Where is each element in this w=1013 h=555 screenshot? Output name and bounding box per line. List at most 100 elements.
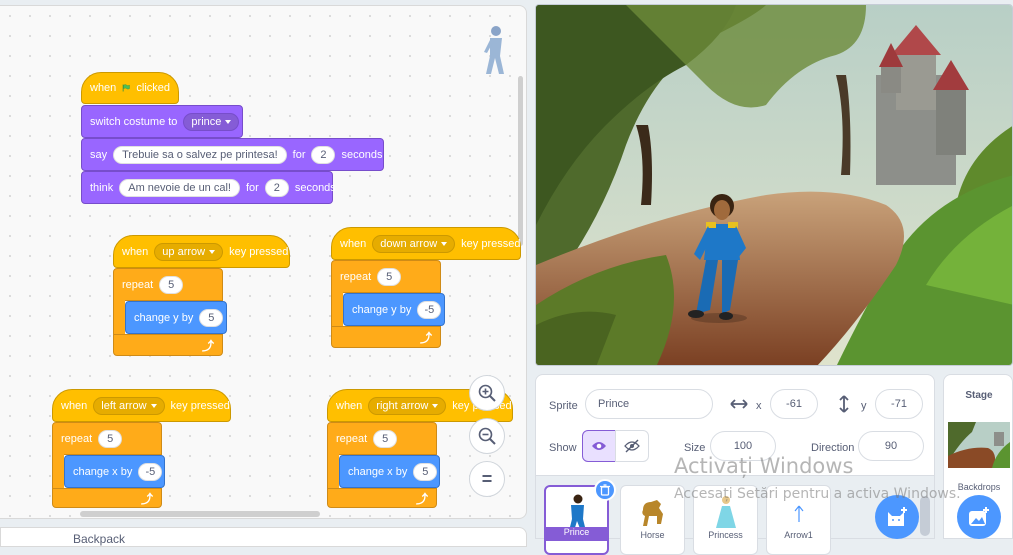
when-up-arrow-pressed-block[interactable]: when up arrow key pressed xyxy=(113,220,290,268)
change-y-input[interactable]: 5 xyxy=(199,308,224,327)
change-x-block[interactable]: change x by -5 xyxy=(64,455,165,488)
change-x-label: change x by xyxy=(348,465,408,478)
key-dropdown[interactable]: left arrow xyxy=(93,396,165,415)
costume-dropdown[interactable]: prince xyxy=(183,112,240,131)
say-text-input[interactable]: Trebuie sa o salvez pe printesa! xyxy=(113,145,287,164)
backpack-bar[interactable]: Backpack xyxy=(0,527,527,547)
repeat-count-input[interactable]: 5 xyxy=(98,429,123,448)
change-y-block[interactable]: change y by -5 xyxy=(343,293,445,326)
think-label: think xyxy=(90,181,114,194)
think-for-label: for xyxy=(245,181,259,194)
arrow-thumbnail-icon xyxy=(794,505,803,522)
choose-backdrop-button[interactable] xyxy=(957,495,1001,539)
chevron-down-icon xyxy=(209,249,216,254)
repeat-block[interactable]: repeat 5 xyxy=(331,260,441,293)
repeat-label: repeat xyxy=(336,432,368,445)
think-seconds-input[interactable]: 2 xyxy=(264,178,289,197)
forest-castle-backdrop-image xyxy=(536,5,1012,365)
when-left-arrow-pressed-block[interactable]: when left arrow key pressed xyxy=(52,374,231,422)
hat-when-label: when xyxy=(340,237,367,250)
hide-sprite-button[interactable] xyxy=(615,430,649,462)
change-y-label: change y by xyxy=(352,303,412,316)
backdrop-thumbnail-icon[interactable] xyxy=(948,422,1010,468)
repeat-count-input[interactable]: 5 xyxy=(377,267,402,286)
key-value: up arrow xyxy=(162,245,206,258)
key-dropdown[interactable]: down arrow xyxy=(372,234,456,253)
delete-sprite-button[interactable] xyxy=(594,479,616,501)
chevron-down-icon xyxy=(441,241,448,246)
backpack-label: Backpack xyxy=(73,532,126,546)
repeat-count-input[interactable]: 5 xyxy=(373,429,398,448)
repeat-label: repeat xyxy=(61,432,93,445)
sprite-name-label: Sprite xyxy=(549,400,578,412)
key-pressed-label: key pressed xyxy=(170,399,230,412)
x-label: x xyxy=(756,400,762,412)
chevron-down-icon xyxy=(432,403,439,408)
hat-when-label: when xyxy=(61,399,88,412)
key-value: right arrow xyxy=(376,399,429,412)
say-for-label: for xyxy=(292,148,306,161)
zoom-reset-button[interactable]: = xyxy=(469,461,505,497)
show-sprite-button[interactable] xyxy=(582,430,616,462)
think-text-input[interactable]: Am nevoie de un cal! xyxy=(119,178,240,197)
key-pressed-label: key pressed xyxy=(229,245,289,258)
key-dropdown[interactable]: right arrow xyxy=(368,396,447,415)
chevron-down-icon xyxy=(225,119,232,124)
loop-arrow-icon: ⤴ xyxy=(201,338,214,353)
when-down-arrow-pressed-block[interactable]: when down arrow key pressed xyxy=(331,212,521,260)
sprite-list-scrollbar[interactable] xyxy=(920,496,930,536)
key-dropdown[interactable]: up arrow xyxy=(154,242,224,261)
trash-icon xyxy=(600,484,610,496)
repeat-block[interactable]: repeat 5 xyxy=(52,422,162,455)
change-y-label: change y by xyxy=(134,311,194,324)
repeat-arm xyxy=(113,300,125,334)
loop-arrow-icon: ⤴ xyxy=(140,491,153,506)
green-flag-icon xyxy=(122,84,131,92)
y-position-input[interactable]: -71 xyxy=(875,389,923,419)
horizontal-scrollbar[interactable] xyxy=(80,511,320,517)
zoom-out-button[interactable] xyxy=(469,418,505,454)
stage-panel-title: Stage xyxy=(965,390,993,401)
repeat-block[interactable]: repeat 5 xyxy=(113,268,223,301)
hat-when-label: when xyxy=(90,82,117,94)
stage-canvas[interactable] xyxy=(535,4,1013,366)
repeat-block[interactable]: repeat 5 xyxy=(327,422,437,455)
vertical-scrollbar[interactable] xyxy=(518,76,523,246)
switch-costume-block[interactable]: switch costume to prince xyxy=(81,105,243,138)
repeat-label: repeat xyxy=(122,278,154,291)
loop-arrow-icon: ⤴ xyxy=(419,330,432,345)
switch-costume-label: switch costume to xyxy=(90,115,178,128)
change-x-input[interactable]: -5 xyxy=(138,462,163,481)
hat-when-label: when xyxy=(122,245,149,258)
activation-watermark-subtitle: Accesați Setări pentru a activa Windows. xyxy=(674,486,961,502)
hat-when-label: when xyxy=(336,399,363,412)
sprite-name-input[interactable]: Prince xyxy=(585,389,713,419)
zoom-reset-icon: = xyxy=(481,468,493,489)
change-x-input[interactable]: 5 xyxy=(413,462,438,481)
say-for-seconds-block[interactable]: say Trebuie sa o salvez pe printesa! for… xyxy=(81,138,384,171)
horse-thumbnail-icon xyxy=(641,500,663,526)
direction-input[interactable]: 90 xyxy=(858,431,924,461)
cat-add-icon xyxy=(888,507,907,526)
show-label: Show xyxy=(549,442,577,454)
say-label: say xyxy=(90,148,108,161)
say-seconds-input[interactable]: 2 xyxy=(311,145,336,164)
repeat-bottom: ⤴ xyxy=(327,488,437,508)
eye-slash-icon xyxy=(624,439,640,453)
think-seconds-label: seconds xyxy=(294,181,336,194)
say-seconds-label: seconds xyxy=(341,148,383,161)
code-area[interactable]: when clicked switch costume to prince sa… xyxy=(0,5,527,519)
repeat-bottom: ⤴ xyxy=(113,334,223,356)
change-x-block[interactable]: change x by 5 xyxy=(339,455,440,488)
repeat-count-input[interactable]: 5 xyxy=(159,275,184,294)
key-value: left arrow xyxy=(101,399,147,412)
think-for-seconds-block[interactable]: think Am nevoie de un cal! for 2 seconds xyxy=(81,171,336,204)
change-y-block[interactable]: change y by 5 xyxy=(125,301,227,334)
change-y-input[interactable]: -5 xyxy=(417,300,442,319)
when-flag-clicked-block[interactable]: when clicked xyxy=(81,57,179,104)
change-x-label: change x by xyxy=(73,465,133,478)
repeat-label: repeat xyxy=(340,270,372,283)
eye-icon xyxy=(592,442,606,450)
zoom-in-button[interactable] xyxy=(469,375,505,411)
x-position-input[interactable]: -61 xyxy=(770,389,818,419)
